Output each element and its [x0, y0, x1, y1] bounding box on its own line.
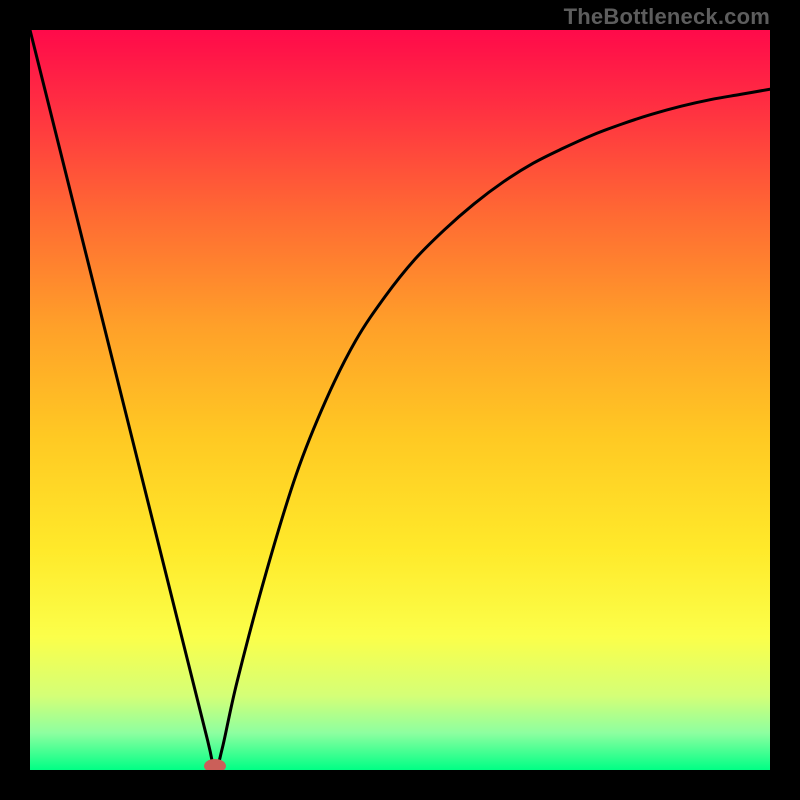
plot-area [30, 30, 770, 770]
gradient-background [30, 30, 770, 770]
chart-svg [30, 30, 770, 770]
chart-container: TheBottleneck.com [0, 0, 800, 800]
watermark-text: TheBottleneck.com [564, 4, 770, 30]
